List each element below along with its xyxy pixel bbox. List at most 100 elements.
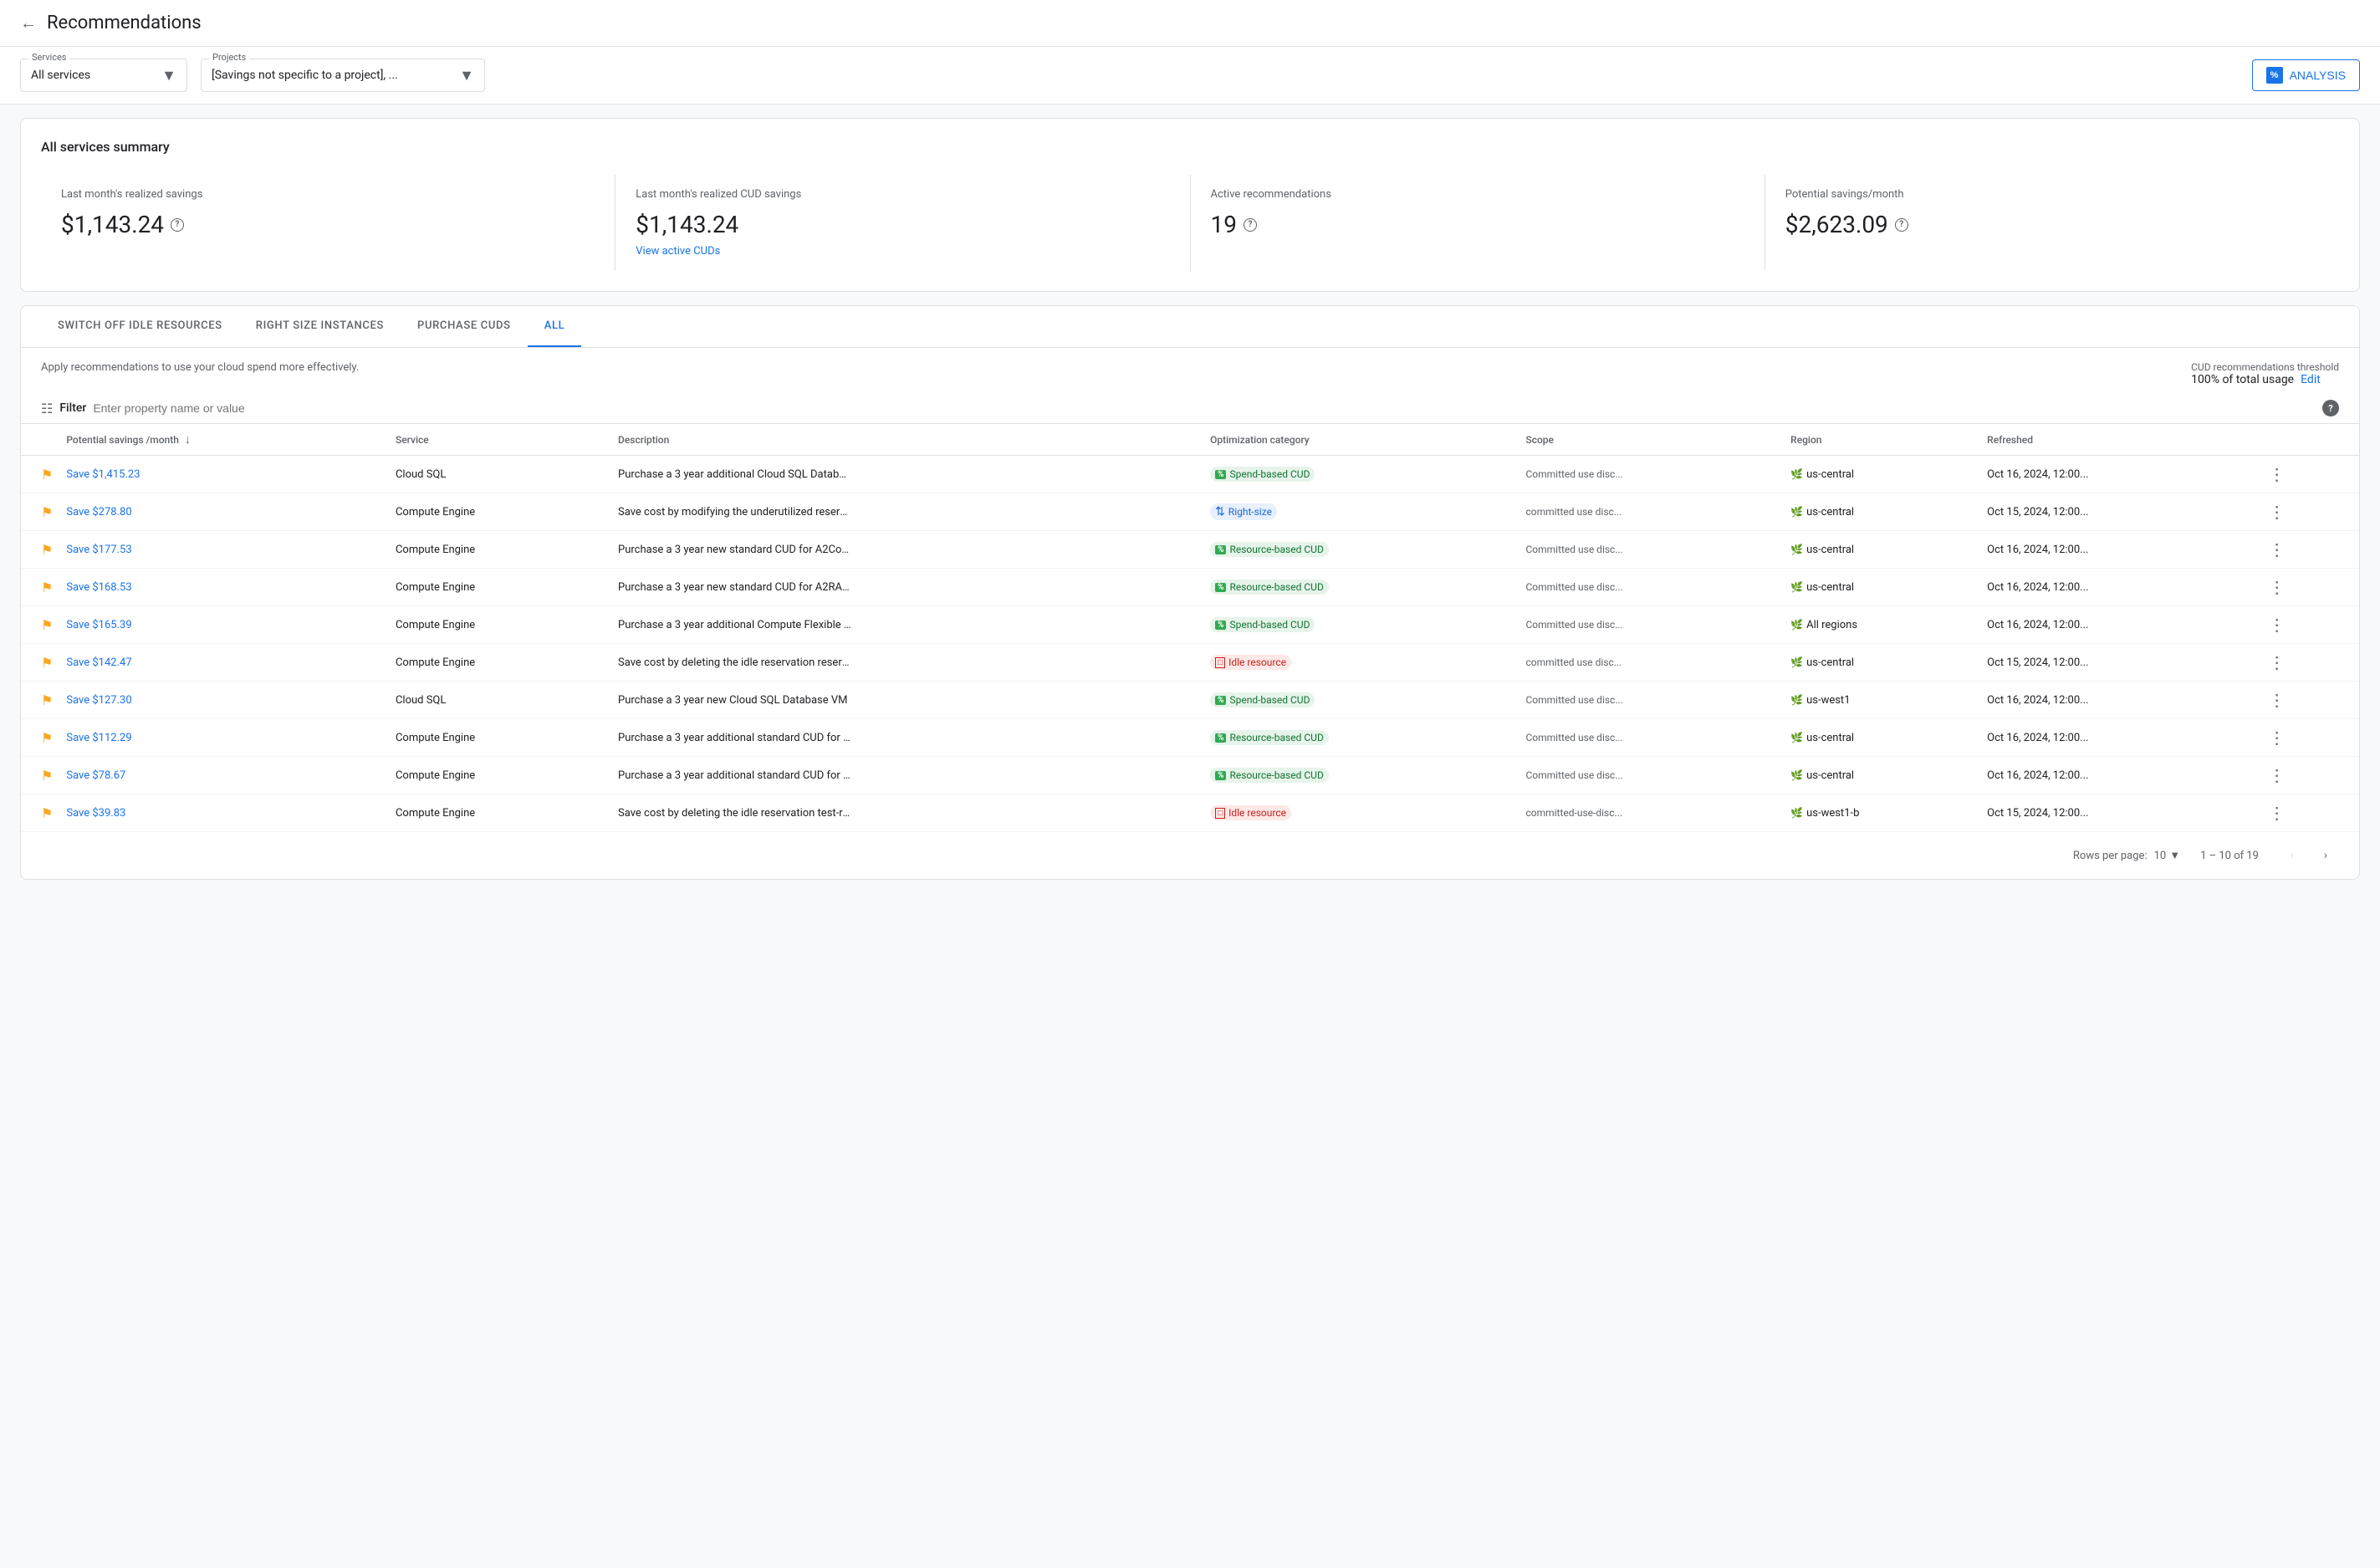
region-leaf-icon: 🌿 xyxy=(1790,581,1803,593)
cud-threshold: CUD recommendations threshold 100% of to… xyxy=(2191,361,2339,386)
scope-cell: Committed use disc... xyxy=(1519,606,1784,644)
savings-link[interactable]: Save $112.29 xyxy=(66,732,131,744)
savings-cell: Save $168.53 xyxy=(59,569,389,606)
savings-cell: Save $278.80 xyxy=(59,493,389,531)
pagination-buttons: ‹ › xyxy=(2279,842,2339,869)
more-actions-cell: ⋮ xyxy=(2255,456,2359,493)
table-row: ⚑ Save $278.80 Compute Engine Save cost … xyxy=(21,493,2359,531)
savings-link[interactable]: Save $78.67 xyxy=(66,769,125,782)
top-bar: ← Recommendations xyxy=(0,0,2380,47)
col-flag xyxy=(21,424,59,456)
flag-icon: ⚑ xyxy=(41,655,53,671)
summary-cards: Last month's realized savings $1,143.24 … xyxy=(41,175,2339,271)
table-row: ⚑ Save $78.67 Compute Engine Purchase a … xyxy=(21,757,2359,794)
services-select[interactable]: Services All services ▼ xyxy=(20,59,187,92)
projects-select[interactable]: Projects [Savings not specific to a proj… xyxy=(201,59,485,92)
filter-icon: ☷ xyxy=(41,401,53,416)
tab-right-size[interactable]: RIGHT SIZE INSTANCES xyxy=(239,306,401,347)
flag-cell: ⚑ xyxy=(21,606,59,644)
potential-savings-info-icon[interactable]: ? xyxy=(1895,218,1908,232)
savings-link[interactable]: Save $165.39 xyxy=(66,619,131,631)
flag-cell: ⚑ xyxy=(21,682,59,719)
more-actions-cell: ⋮ xyxy=(2255,569,2359,606)
more-actions-button[interactable]: ⋮ xyxy=(2262,611,2292,638)
region-cell: 🌿 us-central xyxy=(1784,493,1980,531)
rows-per-page-select[interactable]: 10 ▼ xyxy=(2154,849,2181,862)
summary-card-potential-savings: Potential savings/month $2,623.09 ? xyxy=(1765,175,2339,271)
summary-title: All services summary xyxy=(41,139,2339,155)
service-cell: Compute Engine xyxy=(389,493,611,531)
more-actions-button[interactable]: ⋮ xyxy=(2262,687,2292,713)
next-page-button[interactable]: › xyxy=(2312,842,2339,869)
more-actions-button[interactable]: ⋮ xyxy=(2262,724,2292,751)
more-actions-cell: ⋮ xyxy=(2255,719,2359,757)
flag-icon: ⚑ xyxy=(41,542,53,558)
service-cell: Compute Engine xyxy=(389,531,611,569)
more-actions-button[interactable]: ⋮ xyxy=(2262,799,2292,826)
analysis-button[interactable]: % ANALYSIS xyxy=(2252,59,2360,91)
optimization-cell: ⇅ Right-size xyxy=(1203,493,1519,531)
filter-input[interactable] xyxy=(93,401,2316,415)
summary-section: All services summary Last month's realiz… xyxy=(20,118,2360,292)
savings-link[interactable]: Save $177.53 xyxy=(66,544,131,556)
tab-purchase-cuds[interactable]: PURCHASE CUDS xyxy=(401,306,528,347)
back-button[interactable]: ← xyxy=(20,13,37,33)
more-actions-button[interactable]: ⋮ xyxy=(2262,536,2292,563)
optimization-cell: % Spend-based CUD xyxy=(1203,682,1519,719)
table-row: ⚑ Save $1,415.23 Cloud SQL Purchase a 3 … xyxy=(21,456,2359,493)
flag-cell: ⚑ xyxy=(21,757,59,794)
active-recs-info-icon[interactable]: ? xyxy=(1244,218,1257,232)
service-cell: Compute Engine xyxy=(389,757,611,794)
region-leaf-icon: 🌿 xyxy=(1790,807,1803,819)
cud-edit-link[interactable]: Edit xyxy=(2301,373,2321,386)
optimization-cell: □ Idle resource xyxy=(1203,794,1519,832)
refreshed-cell: Oct 15, 2024, 12:00... xyxy=(1980,493,2255,531)
service-cell: Compute Engine xyxy=(389,606,611,644)
savings-cell: Save $1,415.23 xyxy=(59,456,389,493)
scope-cell: Committed use disc... xyxy=(1519,569,1784,606)
savings-link[interactable]: Save $278.80 xyxy=(66,506,131,518)
col-savings[interactable]: Potential savings /month ↓ xyxy=(59,424,389,456)
refreshed-cell: Oct 15, 2024, 12:00... xyxy=(1980,644,2255,682)
flag-cell: ⚑ xyxy=(21,719,59,757)
col-refreshed: Refreshed xyxy=(1980,424,2255,456)
refreshed-cell: Oct 15, 2024, 12:00... xyxy=(1980,794,2255,832)
help-icon[interactable]: ? xyxy=(2322,400,2339,416)
more-actions-cell: ⋮ xyxy=(2255,794,2359,832)
more-actions-cell: ⋮ xyxy=(2255,606,2359,644)
description-cell: Purchase a 3 year new standard CUD for A… xyxy=(611,569,1203,606)
tab-switch-off[interactable]: SWITCH OFF IDLE RESOURCES xyxy=(41,306,239,347)
view-active-cuds-link[interactable]: View active CUDs xyxy=(636,245,1169,258)
tab-all[interactable]: ALL xyxy=(528,306,582,347)
flag-cell: ⚑ xyxy=(21,644,59,682)
refreshed-cell: Oct 16, 2024, 12:00... xyxy=(1980,606,2255,644)
table-row: ⚑ Save $112.29 Compute Engine Purchase a… xyxy=(21,719,2359,757)
realized-savings-info-icon[interactable]: ? xyxy=(171,218,184,232)
more-actions-button[interactable]: ⋮ xyxy=(2262,461,2292,488)
page-title: Recommendations xyxy=(47,13,202,33)
projects-chevron-icon: ▼ xyxy=(459,67,474,84)
service-cell: Compute Engine xyxy=(389,644,611,682)
scope-cell: committed-use-disc... xyxy=(1519,794,1784,832)
more-actions-button[interactable]: ⋮ xyxy=(2262,649,2292,676)
service-cell: Compute Engine xyxy=(389,569,611,606)
more-actions-button[interactable]: ⋮ xyxy=(2262,574,2292,600)
flag-icon: ⚑ xyxy=(41,730,53,746)
table-row: ⚑ Save $177.53 Compute Engine Purchase a… xyxy=(21,531,2359,569)
table-row: ⚑ Save $168.53 Compute Engine Purchase a… xyxy=(21,569,2359,606)
more-actions-cell: ⋮ xyxy=(2255,531,2359,569)
scope-cell: committed use disc... xyxy=(1519,493,1784,531)
savings-link[interactable]: Save $142.47 xyxy=(66,656,131,669)
more-actions-button[interactable]: ⋮ xyxy=(2262,498,2292,525)
more-actions-button[interactable]: ⋮ xyxy=(2262,762,2292,789)
savings-link[interactable]: Save $127.30 xyxy=(66,694,131,707)
prev-page-button[interactable]: ‹ xyxy=(2279,842,2306,869)
region-cell: 🌿 us-central xyxy=(1784,531,1980,569)
scope-cell: Committed use disc... xyxy=(1519,757,1784,794)
col-service: Service xyxy=(389,424,611,456)
flag-cell: ⚑ xyxy=(21,569,59,606)
savings-link[interactable]: Save $168.53 xyxy=(66,581,131,594)
savings-cell: Save $165.39 xyxy=(59,606,389,644)
savings-link[interactable]: Save $39.83 xyxy=(66,807,125,820)
savings-link[interactable]: Save $1,415.23 xyxy=(66,468,140,481)
